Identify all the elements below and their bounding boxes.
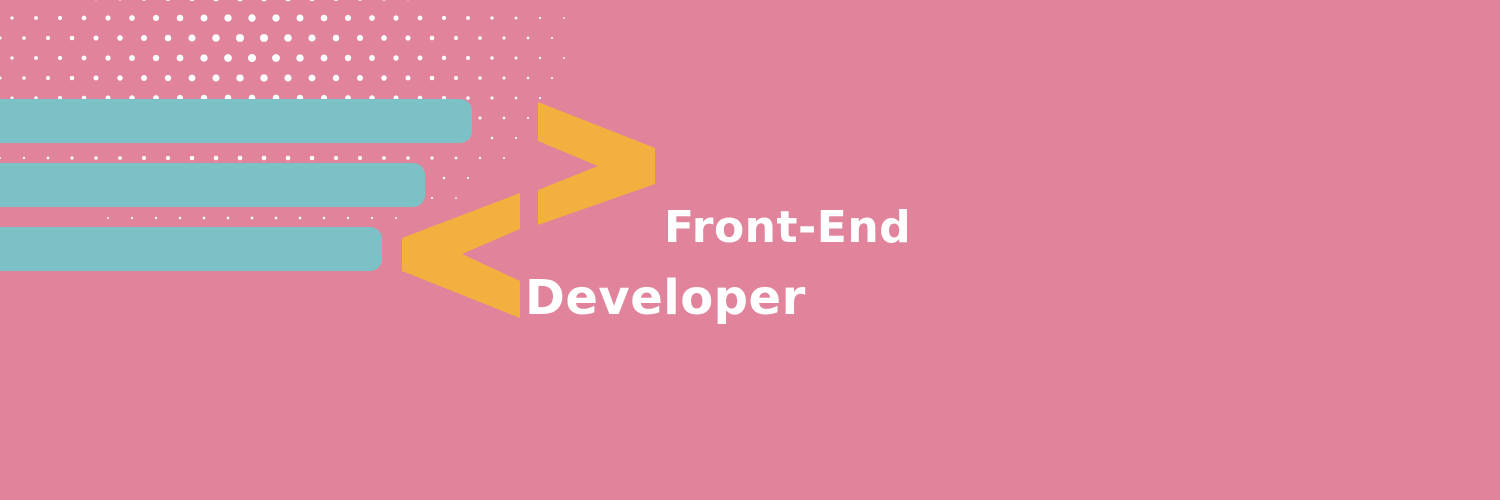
title-line-developer: Developer: [525, 270, 806, 326]
title-line-front-end: Front-End: [664, 202, 912, 253]
less-than-icon: [402, 193, 520, 318]
greater-than-icon: [538, 102, 655, 225]
